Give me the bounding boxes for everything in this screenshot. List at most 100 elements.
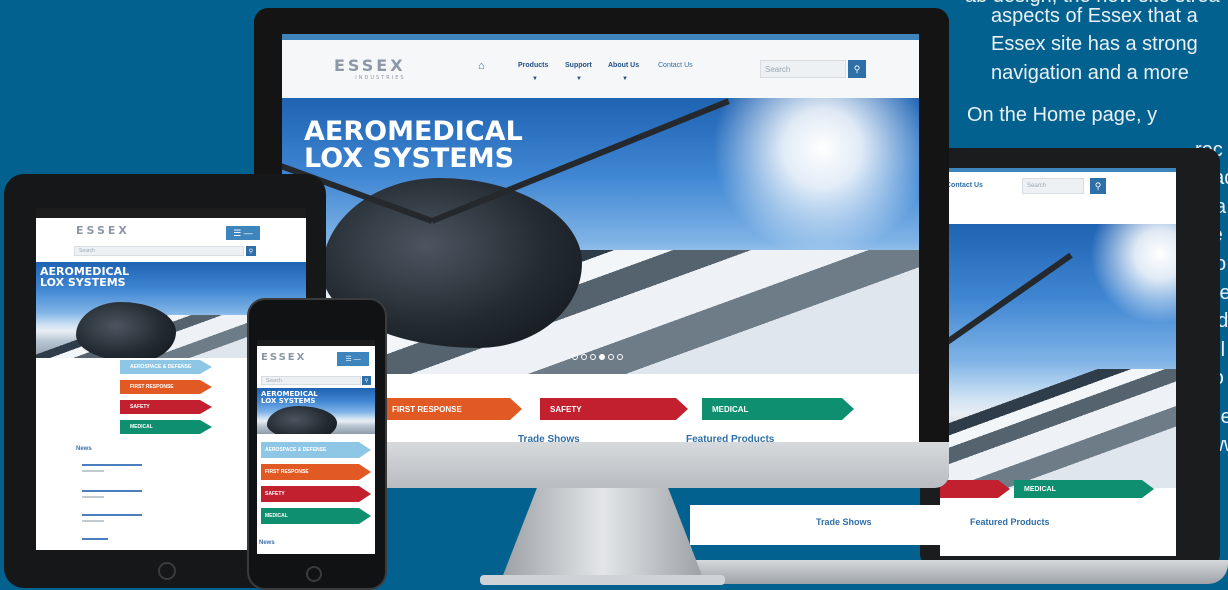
imac-base	[480, 575, 725, 585]
category-label: FIRST RESPONSE	[392, 404, 462, 414]
carousel-dots[interactable]	[572, 354, 623, 360]
category-label: SAFETY	[550, 404, 582, 414]
hero-title: AEROMEDICAL LOX SYSTEMS	[261, 391, 318, 405]
laptop-base	[640, 560, 1228, 584]
category-label: MEDICAL	[1024, 485, 1056, 493]
section-featured-products: Featured Products	[970, 517, 1050, 527]
hero-title-line: LOX SYSTEMS	[40, 276, 126, 289]
nav-contact-us[interactable]: Contact Us	[946, 182, 983, 189]
carousel-dot[interactable]	[572, 354, 578, 360]
hero-title: AEROMEDICAL LOX SYSTEMS	[40, 266, 129, 288]
site-header: ESSEX INDUSTRIES ⌂ Products Support Abou…	[282, 40, 919, 98]
carousel-dot[interactable]	[590, 354, 596, 360]
search-icon: ⚲	[248, 248, 254, 255]
section-trade-shows: Trade Shows	[816, 517, 872, 527]
essex-logo[interactable]: ESSEX	[76, 224, 130, 237]
category-safety[interactable]: SAFETY	[120, 400, 212, 414]
category-first-response[interactable]: FIRST RESPONSE	[261, 464, 371, 480]
laptop-featured-strip: Featured Products	[940, 505, 1176, 545]
search-icon: ⚲	[364, 377, 369, 384]
search-button[interactable]: ⚲	[848, 60, 866, 78]
carousel-dot[interactable]	[608, 354, 614, 360]
section-featured-products: Featured Products	[686, 434, 775, 442]
search-icon: ⚲	[1094, 180, 1102, 191]
phone-header: ESSEX ☰ —	[257, 346, 375, 374]
laptop-hero	[940, 224, 1176, 488]
category-safety[interactable]	[940, 480, 1010, 498]
search-button[interactable]: ⚲	[1090, 178, 1106, 194]
category-medical[interactable]: MEDICAL	[1014, 480, 1154, 498]
sun-flare	[1090, 224, 1176, 324]
tablet-home-button[interactable]	[158, 562, 176, 580]
logo-text: ESSEX	[334, 56, 406, 75]
news-item-link[interactable]	[82, 464, 142, 466]
search-input[interactable]: Search	[1022, 178, 1084, 194]
tablet-header: ESSEX ☰ — Search ⚲	[36, 218, 306, 262]
category-label: FIRST RESPONSE	[130, 384, 174, 390]
search-input[interactable]: Search	[74, 246, 244, 256]
phone-hero: AEROMEDICAL LOX SYSTEMS	[257, 388, 375, 434]
carousel-dot[interactable]	[581, 354, 587, 360]
category-label: AEROSPACE & DEFENSE	[130, 364, 192, 370]
chevron-down-icon: ▼	[576, 76, 582, 82]
category-label: MEDICAL	[712, 404, 749, 414]
news-item-date	[82, 470, 104, 472]
nav-products[interactable]: Products	[518, 62, 548, 69]
laptop-screen: Contact Us Search ⚲ MEDICAL Trade Shows	[940, 168, 1176, 556]
news-more-link[interactable]	[82, 538, 108, 540]
menu-button[interactable]: ☰ —	[337, 352, 369, 366]
news-item-link[interactable]	[82, 514, 142, 516]
rotor-blade	[940, 252, 1073, 350]
search-button[interactable]: ⚲	[362, 376, 371, 385]
category-medical[interactable]: MEDICAL	[261, 508, 371, 524]
category-medical[interactable]: MEDICAL	[120, 420, 212, 434]
essex-logo[interactable]: ESSEX	[261, 352, 306, 363]
mountains	[940, 369, 1176, 488]
paragraph-line: navigation and a more	[991, 62, 1189, 84]
category-aerospace[interactable]: AEROSPACE & DEFENSE	[120, 360, 212, 374]
nav-about-us[interactable]: About Us	[608, 62, 639, 69]
paragraph-line: Essex site has a strong	[991, 33, 1198, 55]
search-button[interactable]: ⚲	[246, 246, 256, 256]
carousel-dot[interactable]	[617, 354, 623, 360]
laptop-screen-lower: Trade Shows	[690, 505, 940, 545]
category-safety[interactable]: SAFETY	[261, 486, 371, 502]
carousel-dot-active[interactable]	[599, 354, 605, 360]
chevron-down-icon: ▼	[532, 76, 538, 82]
nav-support[interactable]: Support	[565, 62, 592, 69]
news-item-date	[82, 520, 104, 522]
logo-subtext: INDUSTRIES	[355, 75, 406, 81]
hero-title: AEROMEDICAL LOX SYSTEMS	[304, 118, 523, 172]
phone-screen: ESSEX ☰ — Search ⚲ AEROMEDICAL LOX SYSTE…	[257, 340, 375, 554]
category-label: SAFETY	[130, 404, 150, 410]
search-icon: ⚲	[853, 63, 861, 74]
category-safety[interactable]: SAFETY	[540, 398, 688, 420]
paragraph-line: On the Home page, y	[967, 104, 1158, 126]
category-label: FIRST RESPONSE	[265, 469, 309, 475]
laptop-header: Contact Us Search ⚲	[940, 172, 1176, 224]
category-medical[interactable]: MEDICAL	[702, 398, 854, 420]
sun-flare	[712, 98, 919, 258]
phone-home-button[interactable]	[306, 566, 322, 582]
paragraph-line: aspects of Essex that a	[991, 5, 1198, 27]
hamburger-icon: ☰ —	[345, 356, 361, 363]
menu-button[interactable]: ☰ —	[226, 226, 260, 240]
news-heading: News	[259, 540, 275, 546]
hero-title-line: AEROMEDICAL	[304, 116, 523, 147]
chevron-down-icon: ▼	[622, 76, 628, 82]
category-first-response[interactable]: FIRST RESPONSE	[382, 398, 522, 420]
hamburger-icon: ☰ —	[233, 227, 253, 238]
section-trade-shows: Trade Shows	[518, 434, 580, 442]
news-heading: News	[76, 446, 92, 452]
search-input[interactable]: Search	[261, 376, 361, 385]
category-first-response[interactable]: FIRST RESPONSE	[120, 380, 212, 394]
helicopter-image	[76, 302, 176, 358]
search-input[interactable]: Search	[760, 60, 846, 78]
essex-logo[interactable]: ESSEX INDUSTRIES	[334, 56, 406, 81]
category-aerospace[interactable]: AEROSPACE & DEFENSE	[261, 442, 371, 458]
hero-title-line: LOX SYSTEMS	[304, 143, 515, 174]
category-label: AEROSPACE & DEFENSE	[265, 447, 327, 453]
news-item-link[interactable]	[82, 490, 142, 492]
home-icon[interactable]: ⌂	[478, 60, 485, 72]
nav-contact-us[interactable]: Contact Us	[658, 62, 693, 69]
